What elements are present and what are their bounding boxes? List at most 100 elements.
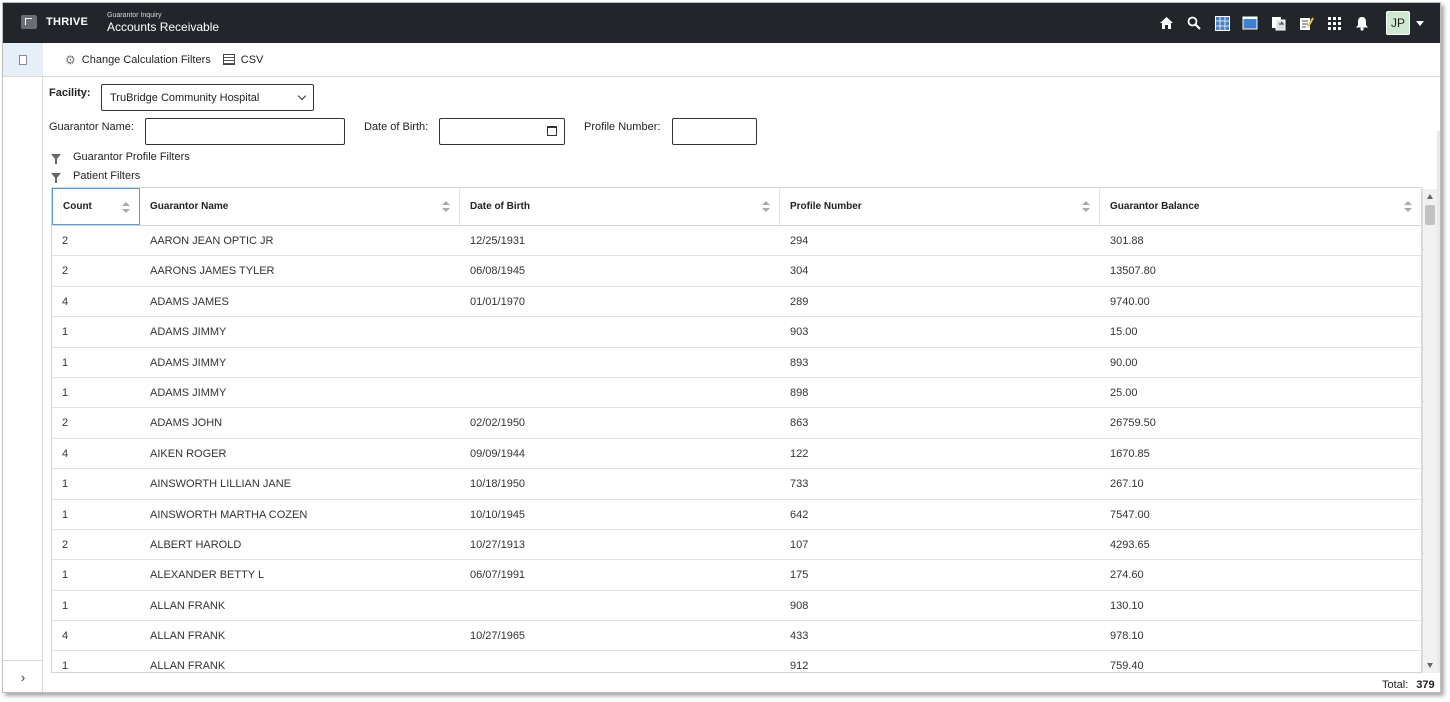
column-header-label: Date of Birth: [470, 201, 530, 212]
column-header-guarantor-balance[interactable]: Guarantor Balance: [1100, 188, 1421, 225]
date-of-birth-cell: [460, 591, 470, 621]
user-menu-caret-icon[interactable]: [1416, 20, 1424, 26]
date-of-birth-cell: 10/27/1913: [470, 538, 526, 551]
guarantor-name-cell: ADAMS JAMES: [150, 295, 229, 308]
module-subtitle: Guarantor Inquiry: [107, 12, 162, 19]
column-header-label: Count: [63, 201, 92, 212]
table-row[interactable]: 4 ALLAN FRANK 10/27/1965 433 978.10: [52, 621, 1421, 652]
calendar-icon[interactable]: [547, 126, 557, 136]
document-icon: [19, 54, 27, 65]
table-row[interactable]: 1 AINSWORTH LILLIAN JANE 10/18/1950 733 267.…: [52, 469, 1421, 500]
window-icon[interactable]: [1242, 15, 1258, 31]
change-calculation-filters-button[interactable]: ⚙ Change Calculation Filters: [65, 53, 211, 67]
guarantor-balance-cell: 301.88: [1110, 235, 1144, 247]
scrollbar-thumb[interactable]: [1425, 205, 1435, 225]
date-of-birth-cell: 10/10/1945: [470, 508, 526, 521]
sidebar-item-guarantor-inquiry[interactable]: [3, 43, 43, 77]
count-cell: 2: [62, 417, 69, 430]
table-row[interactable]: 2 AARON JEAN OPTIC JR 12/25/1931 294 301.88: [52, 226, 1421, 257]
table-row[interactable]: 1 ALEXANDER BETTY L 06/07/1991 175 274.60: [52, 560, 1421, 591]
guarantor-balance-cell: 13507.80: [1110, 265, 1156, 278]
guarantor-balance-cell: 4293.65: [1110, 538, 1150, 551]
guarantor-profile-filters-label: Guarantor Profile Filters: [73, 151, 190, 163]
scroll-up-arrow-icon[interactable]: [1427, 194, 1433, 199]
table-row[interactable]: 2 ADAMS JOHN 02/02/1950 863 26759.50: [52, 408, 1421, 439]
guarantor-balance-cell: 7547.00: [1110, 508, 1150, 521]
column-header-guarantor-name[interactable]: Guarantor Name: [140, 188, 460, 225]
guarantor-grid: Count Guarantor Name Date of Birth Profi…: [51, 187, 1422, 673]
calendar-grid-icon[interactable]: [1214, 15, 1230, 31]
table-row[interactable]: 1 ADAMS JIMMY 893 90.00: [52, 348, 1421, 378]
date-of-birth-cell: 10/18/1950: [470, 478, 526, 491]
column-header-date-of-birth[interactable]: Date of Birth: [460, 188, 780, 225]
guarantor-name-cell: ALLAN FRANK: [150, 599, 226, 612]
date-of-birth-cell: 09/09/1944: [470, 447, 526, 460]
spreadsheet-icon: [222, 54, 235, 65]
facility-select[interactable]: TruBridge Community Hospital: [101, 84, 314, 111]
date-of-birth-cell: 06/08/1945: [470, 265, 526, 278]
facility-selected-value: TruBridge Community Hospital: [110, 91, 260, 104]
date-of-birth-cell: 01/01/1970: [470, 295, 526, 308]
action-toolbar: ⚙ Change Calculation Filters CSV: [43, 43, 1440, 77]
guarantor-balance-cell: 9740.00: [1110, 295, 1150, 308]
profile-number-input[interactable]: [672, 118, 757, 145]
app-logo-icon[interactable]: [21, 15, 37, 29]
count-cell: 1: [62, 599, 69, 612]
column-header-label: Profile Number: [790, 201, 862, 212]
notepad-icon[interactable]: [1298, 15, 1314, 31]
home-icon[interactable]: [1158, 15, 1174, 31]
brand-name: THRIVE: [46, 16, 89, 28]
count-cell: 1: [62, 326, 69, 339]
guarantor-name-input[interactable]: [145, 118, 345, 145]
bell-icon[interactable]: [1354, 15, 1370, 31]
user-avatar[interactable]: JP: [1386, 11, 1410, 35]
column-header-profile-number[interactable]: Profile Number: [780, 188, 1100, 225]
patient-filters-toggle[interactable]: Patient Filters: [51, 170, 141, 183]
guarantor-balance-cell: 267.10: [1110, 478, 1144, 491]
profile-number-cell: 294: [790, 235, 809, 247]
guarantor-name-cell: ALEXANDER BETTY L: [150, 569, 265, 582]
date-of-birth-cell: 10/27/1965: [470, 630, 526, 643]
csv-export-button[interactable]: CSV: [222, 54, 263, 66]
apps-grid-icon[interactable]: [1326, 15, 1342, 31]
sort-icon[interactable]: [762, 201, 770, 213]
scroll-down-arrow-icon[interactable]: [1427, 663, 1433, 668]
table-row[interactable]: 4 ADAMS JAMES 01/01/1970 289 9740.00: [52, 287, 1421, 318]
guarantor-balance-cell: 274.60: [1110, 569, 1144, 582]
document-transfer-icon[interactable]: [1270, 15, 1286, 31]
profile-number-cell: 912: [790, 660, 809, 673]
profile-number-label: Profile Number:: [584, 121, 661, 133]
grid-scrollbar[interactable]: [1422, 189, 1437, 673]
table-row[interactable]: 1 ADAMS JIMMY 898 25.00: [52, 378, 1421, 409]
sort-icon[interactable]: [1404, 201, 1412, 213]
date-of-birth-cell: [460, 651, 470, 672]
search-icon[interactable]: [1186, 15, 1202, 31]
total-count: Total: 379: [1382, 679, 1435, 691]
table-row[interactable]: 2 ALBERT HAROLD 10/27/1913 107 4293.65: [52, 530, 1421, 561]
page-scrollbar[interactable]: [1437, 131, 1440, 673]
guarantor-profile-filters-toggle[interactable]: Guarantor Profile Filters: [51, 151, 190, 164]
table-row[interactable]: 1 ALLAN FRANK 908 130.10: [52, 591, 1421, 622]
count-cell: 2: [62, 235, 69, 247]
table-row[interactable]: 2 AARONS JAMES TYLER 06/08/1945 304 13507.80: [52, 256, 1421, 287]
table-row[interactable]: 1 ADAMS JIMMY 903 15.00: [52, 317, 1421, 348]
guarantor-balance-cell: 130.10: [1110, 599, 1144, 612]
column-header-label: Guarantor Balance: [1110, 201, 1200, 212]
table-row[interactable]: 1 AINSWORTH MARTHA COZEN 10/10/1945 642 7547…: [52, 500, 1421, 530]
column-header-count[interactable]: Count: [52, 188, 140, 225]
guarantor-name-cell: ALLAN FRANK: [150, 660, 226, 673]
guarantor-balance-cell: 25.00: [1110, 386, 1138, 399]
sort-icon[interactable]: [1082, 201, 1090, 213]
sort-icon[interactable]: [122, 202, 130, 214]
profile-number-cell: 304: [790, 265, 809, 278]
gear-icon: ⚙: [65, 52, 76, 67]
sidebar-expand-button[interactable]: ›: [3, 660, 43, 692]
patient-filters-label: Patient Filters: [73, 170, 141, 182]
table-row[interactable]: 4 AIKEN ROGER 09/09/1944 122 1670.85: [52, 439, 1421, 470]
column-header-label: Guarantor Name: [150, 201, 229, 212]
profile-number-cell: 433: [790, 630, 809, 643]
sort-icon[interactable]: [442, 201, 450, 213]
count-cell: 1: [62, 478, 69, 491]
table-row[interactable]: 1 ALLAN FRANK 912 759.40: [52, 651, 1421, 673]
count-cell: 4: [62, 630, 69, 643]
